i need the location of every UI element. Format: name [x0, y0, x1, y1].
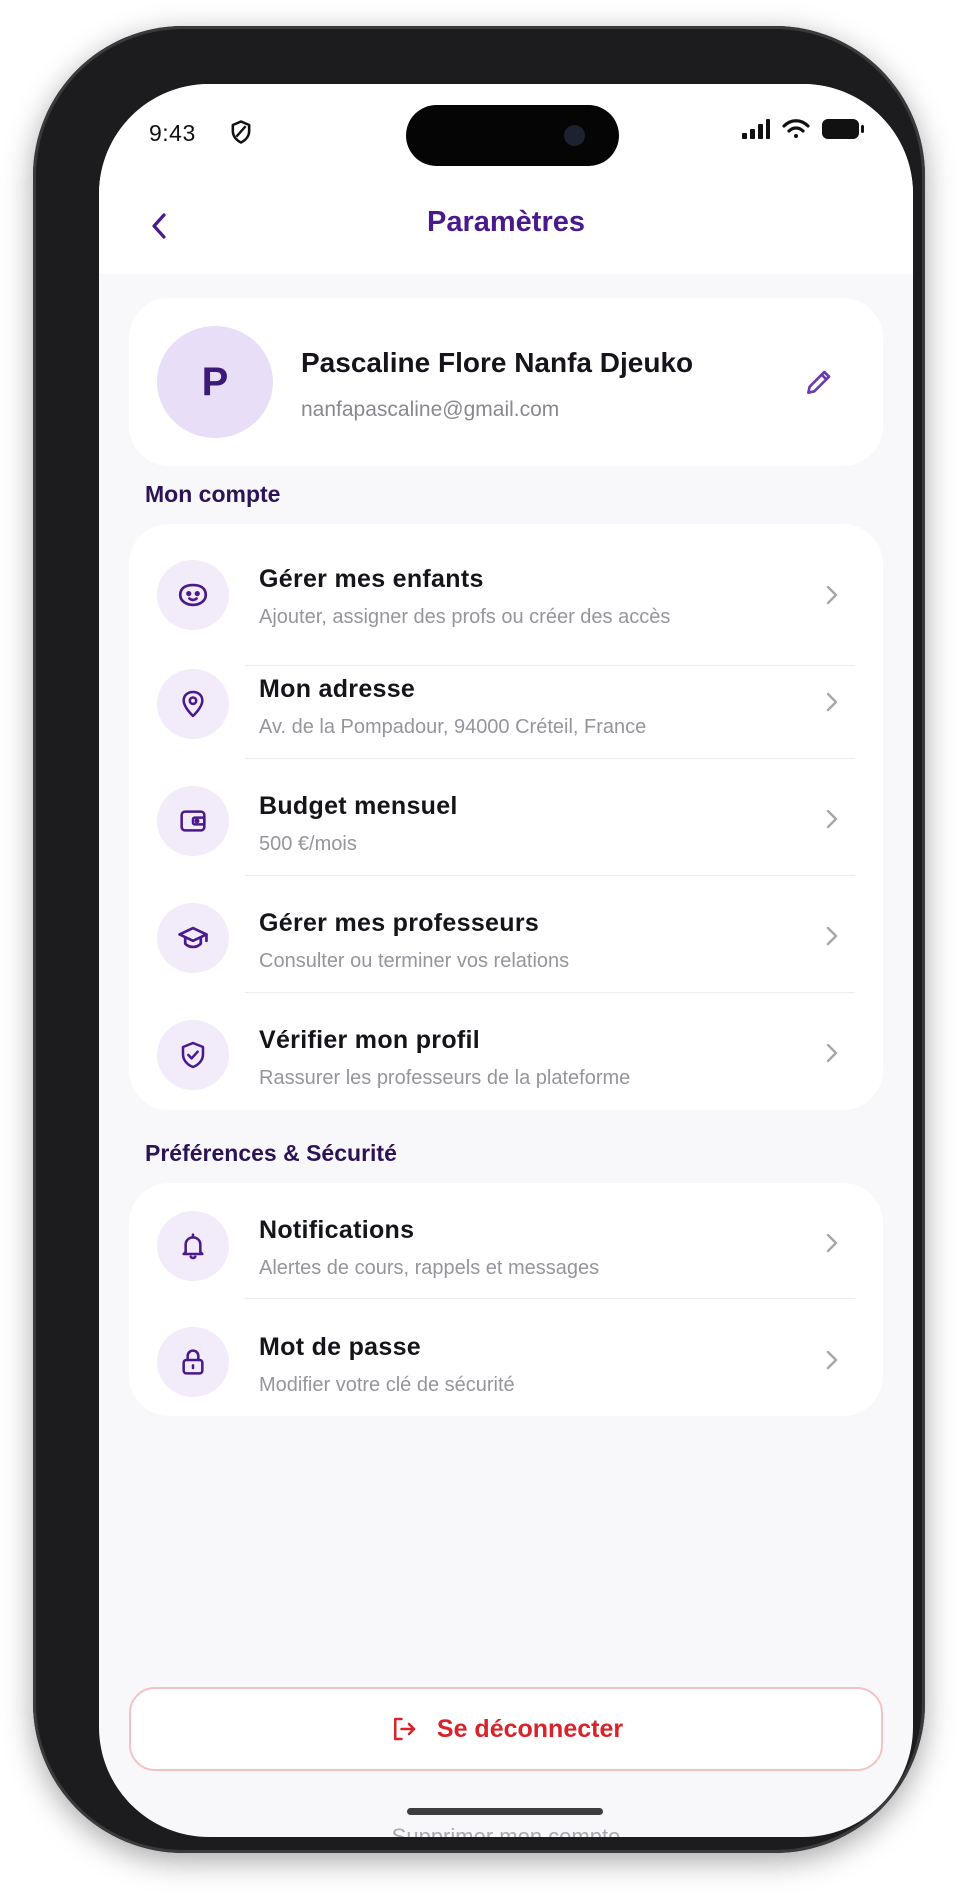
- battery-icon: [821, 118, 865, 145]
- child-face-icon: [178, 583, 208, 607]
- app-screen: 9:43 Paramètres P Pascaline Flore Nanfa …: [99, 84, 913, 1837]
- row-title: Budget mensuel: [259, 792, 458, 820]
- row-subtitle: Rassurer les professeurs de la plateform…: [259, 1067, 631, 1089]
- section-title-account: Mon compte: [145, 481, 281, 507]
- location-pin-icon: [182, 690, 204, 718]
- lock-icon: [182, 1349, 204, 1375]
- wallet-icon: [180, 810, 206, 832]
- status-icons: [741, 118, 865, 145]
- dynamic-island: [406, 105, 619, 166]
- settings-item-notifications[interactable]: Notifications Alertes de cours, rappels …: [129, 1183, 883, 1299]
- row-icon-container: [157, 903, 229, 973]
- section-title-security: Préférences & Sécurité: [145, 1140, 397, 1166]
- row-subtitle: Av. de la Pompadour, 94000 Créteil, Fran…: [259, 716, 647, 738]
- bell-icon: [182, 1233, 204, 1260]
- vpn-shield-icon: [227, 118, 255, 146]
- row-title: Mot de passe: [259, 1333, 421, 1361]
- chevron-right-icon: [817, 1345, 847, 1375]
- row-title: Gérer mes professeurs: [259, 909, 540, 937]
- row-icon-container: [157, 1020, 229, 1090]
- wifi-icon: [781, 118, 811, 145]
- profile-email: nanfapascaline@gmail.com: [301, 398, 560, 421]
- chevron-right-icon: [817, 804, 847, 834]
- camera-dot: [564, 125, 585, 146]
- edit-profile-button[interactable]: [799, 362, 839, 402]
- settings-item-password[interactable]: Mot de passe Modifier votre clé de sécur…: [129, 1299, 883, 1416]
- row-title: Vérifier mon profil: [259, 1026, 481, 1054]
- top-bar: 9:43 Paramètres: [99, 84, 913, 274]
- row-title: Notifications: [259, 1216, 415, 1244]
- row-title: Gérer mes enfants: [259, 565, 484, 593]
- row-subtitle: Modifier votre clé de sécurité: [259, 1374, 515, 1396]
- logout-icon: [393, 1717, 416, 1741]
- row-title: Mon adresse: [259, 675, 416, 703]
- row-icon-container: [157, 1327, 229, 1397]
- logout-label: Se déconnecter: [436, 1714, 624, 1743]
- profile-card[interactable]: P Pascaline Flore Nanfa Djeuko nanfapasc…: [129, 298, 883, 466]
- chevron-right-icon: [817, 921, 847, 951]
- settings-item-address[interactable]: Mon adresse Av. de la Pompadour, 94000 C…: [129, 641, 883, 759]
- row-subtitle: Alertes de cours, rappels et messages: [259, 1257, 600, 1279]
- row-icon-container: [157, 669, 229, 739]
- home-indicator[interactable]: [407, 1808, 603, 1815]
- chevron-right-icon: [817, 1038, 847, 1068]
- account-card: Gérer mes enfants Ajouter, assigner des …: [129, 524, 883, 1110]
- row-subtitle: Ajouter, assigner des profs ou créer des…: [259, 606, 671, 628]
- cellular-signal-icon: [741, 118, 771, 145]
- logout-button[interactable]: Se déconnecter: [129, 1687, 883, 1771]
- shield-check-icon: [181, 1041, 205, 1069]
- pencil-icon: [807, 370, 831, 394]
- chevron-right-icon: [817, 580, 847, 610]
- row-subtitle: 500 €/mois: [259, 833, 357, 855]
- row-icon-container: [157, 786, 229, 856]
- row-icon-container: [157, 560, 229, 630]
- row-subtitle: Consulter ou terminer vos relations: [259, 950, 570, 972]
- settings-item-teachers[interactable]: Gérer mes professeurs Consulter ou termi…: [129, 876, 883, 993]
- chevron-right-icon: [817, 687, 847, 717]
- chevron-right-icon: [817, 1228, 847, 1258]
- avatar: P: [157, 326, 273, 438]
- status-time: 9:43: [149, 120, 196, 146]
- row-icon-container: [157, 1211, 229, 1281]
- settings-item-budget[interactable]: Budget mensuel 500 €/mois: [129, 759, 883, 876]
- phone-frame: 9:43 Paramètres P Pascaline Flore Nanfa …: [33, 26, 925, 1853]
- security-card: Notifications Alertes de cours, rappels …: [129, 1183, 883, 1416]
- graduation-cap-icon: [178, 926, 208, 949]
- delete-account-link[interactable]: Supprimer mon compte: [99, 1824, 913, 1837]
- profile-name: Pascaline Flore Nanfa Djeuko: [301, 347, 694, 378]
- settings-item-verify-profile[interactable]: Vérifier mon profil Rassurer les profess…: [129, 993, 883, 1110]
- page-title: Paramètres: [427, 206, 585, 238]
